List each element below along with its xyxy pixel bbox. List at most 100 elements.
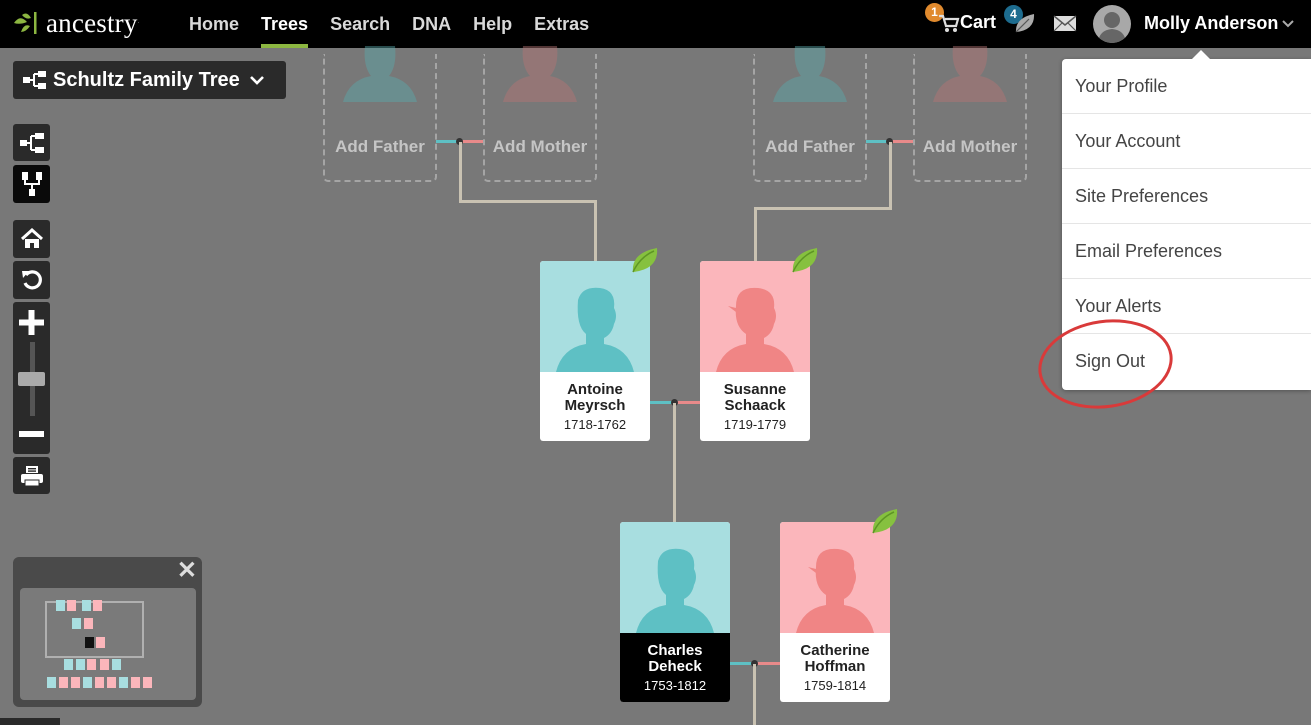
cart-label: Cart — [960, 12, 997, 32]
add-mother-label: Add Mother — [492, 137, 588, 156]
minimap-person-box — [100, 659, 109, 670]
tree-line — [459, 200, 597, 203]
hint-leaf-icon[interactable] — [790, 245, 820, 275]
hint-leaf-icon[interactable] — [630, 245, 660, 275]
female-silhouette-icon — [796, 548, 874, 633]
cart-link[interactable]: Cart — [938, 12, 996, 33]
reset-icon — [21, 270, 42, 290]
chevron-down-icon — [249, 75, 264, 85]
add-father-label: Add Father — [335, 137, 425, 156]
pedigree-view-icon — [19, 132, 44, 153]
female-silhouette-icon — [933, 46, 1007, 102]
couple-line-female — [890, 140, 914, 143]
tree-line — [594, 200, 597, 261]
trademark: · — [137, 20, 140, 26]
male-silhouette-icon — [636, 548, 714, 633]
minimap-person-box — [72, 618, 81, 629]
add-mother-card[interactable]: Add Mother — [483, 46, 597, 182]
menu-item-your-profile[interactable]: Your Profile — [1062, 59, 1311, 114]
home-button[interactable] — [13, 220, 50, 258]
nav-help[interactable]: Help — [462, 0, 523, 48]
ancestry-logo[interactable]: ancestry · — [12, 8, 140, 38]
main-nav: Home Trees Search DNA Help Extras — [178, 0, 600, 48]
minimap-person-box — [93, 600, 102, 611]
female-silhouette-icon — [716, 287, 794, 372]
minimap-panel: ✕ — [13, 557, 202, 707]
minimap-person-box — [112, 659, 121, 670]
plus-icon[interactable] — [19, 310, 44, 335]
family-view-button[interactable] — [13, 165, 50, 203]
chevron-down-icon — [1282, 19, 1295, 27]
nav-dna[interactable]: DNA — [401, 0, 462, 48]
person-first-name: Charles — [647, 642, 703, 659]
person-dates: 1718-1762 — [563, 417, 627, 432]
zoom-slider-handle[interactable] — [18, 372, 45, 386]
nav-home[interactable]: Home — [178, 0, 250, 48]
person-card-catherine-hoffman[interactable]: Catherine Hoffman 1759-1814 — [780, 522, 890, 702]
minus-icon[interactable] — [19, 431, 44, 437]
minimap-person-box — [131, 677, 140, 688]
nav-extras[interactable]: Extras — [523, 0, 600, 48]
menu-item-site-preferences[interactable]: Site Preferences — [1062, 169, 1311, 224]
pedigree-view-button[interactable] — [13, 124, 50, 161]
add-father-card[interactable]: Add Father — [753, 46, 867, 182]
add-mother-card[interactable]: Add Mother — [913, 46, 1027, 182]
person-card-susanne-schaack[interactable]: Susanne Schaack 1719-1779 — [700, 261, 810, 441]
person-info: Susanne Schaack 1719-1779 — [700, 372, 810, 441]
minimap-person-box — [82, 600, 91, 611]
minimap-person-box — [119, 677, 128, 688]
minimap-person-box — [59, 677, 68, 688]
user-silhouette-icon — [1098, 12, 1126, 43]
add-mother-label: Add Mother — [922, 137, 1018, 156]
tree-line — [754, 207, 757, 261]
person-info: Catherine Hoffman 1759-1814 — [780, 633, 890, 702]
person-dates: 1753-1812 — [643, 678, 707, 693]
male-silhouette-icon — [773, 46, 847, 102]
person-card-charles-deheck[interactable]: Charles Deheck 1753-1812 — [620, 522, 730, 702]
minimap-person-box — [76, 659, 85, 670]
logo-text: ancestry — [46, 8, 138, 38]
zoom-control — [13, 302, 50, 454]
person-first-name: Susanne — [723, 381, 787, 398]
tree-name: Schultz Family Tree — [53, 68, 240, 91]
user-name: Molly Anderson — [1144, 13, 1279, 33]
minimap-person-box — [87, 659, 96, 670]
tree-selector[interactable]: Schultz Family Tree — [13, 61, 286, 99]
menu-item-your-account[interactable]: Your Account — [1062, 114, 1311, 169]
messages-icon[interactable] — [1053, 15, 1077, 32]
hint-leaf-icon[interactable] — [870, 506, 900, 536]
nav-search[interactable]: Search — [319, 0, 401, 48]
menu-item-email-preferences[interactable]: Email Preferences — [1062, 224, 1311, 279]
male-silhouette-icon — [556, 287, 634, 372]
person-last-name: Hoffman — [804, 658, 866, 675]
minimap-person-box — [67, 600, 76, 611]
close-icon[interactable]: ✕ — [177, 559, 197, 583]
minimap-person-box — [107, 677, 116, 688]
hints-leaf-icon[interactable] — [1013, 12, 1037, 34]
person-first-name: Antoine — [567, 381, 623, 398]
minimap-canvas[interactable] — [20, 588, 196, 700]
user-menu-toggle[interactable]: Molly Anderson — [1144, 13, 1295, 34]
print-button[interactable] — [13, 457, 50, 494]
user-avatar[interactable] — [1093, 5, 1131, 43]
top-navigation-bar: ancestry · Home Trees Search DNA Help Ext… — [0, 0, 1311, 48]
person-photo — [700, 261, 810, 372]
cart-icon — [939, 14, 960, 32]
male-silhouette-icon — [343, 46, 417, 102]
tree-line — [459, 142, 462, 203]
person-last-name: Meyrsch — [564, 397, 626, 414]
minimap-person-box — [95, 677, 104, 688]
minimap-person-box — [96, 637, 105, 648]
minimap-person-box — [71, 677, 80, 688]
person-last-name: Deheck — [648, 658, 702, 675]
add-father-card[interactable]: Add Father — [323, 46, 437, 182]
print-icon — [20, 465, 43, 486]
bottom-panel-tab[interactable] — [0, 718, 60, 725]
home-icon — [20, 228, 43, 248]
tree-line — [754, 207, 892, 210]
person-last-name: Schaack — [724, 397, 786, 414]
reset-button[interactable] — [13, 261, 50, 299]
person-photo — [620, 522, 730, 633]
nav-trees[interactable]: Trees — [250, 0, 319, 48]
person-card-antoine-meyrsch[interactable]: Antoine Meyrsch 1718-1762 — [540, 261, 650, 441]
